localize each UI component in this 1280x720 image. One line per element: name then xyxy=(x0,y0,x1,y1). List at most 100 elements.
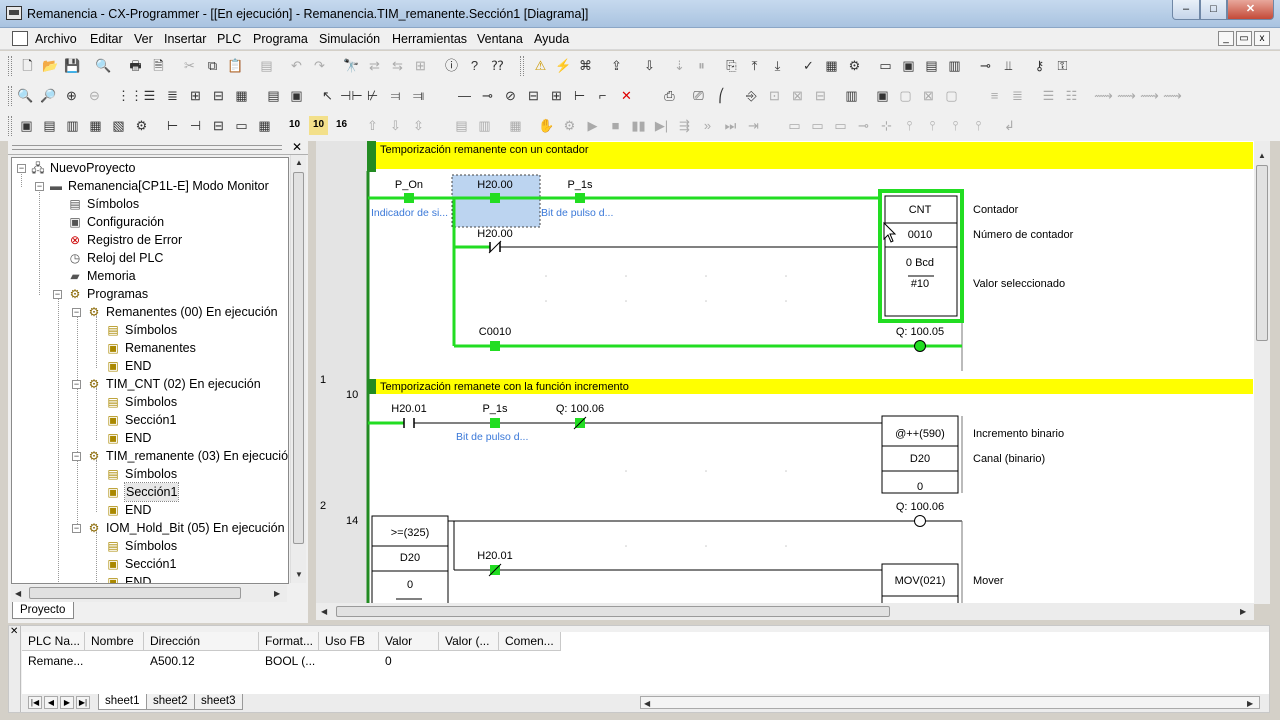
run-icon[interactable]: ⇣ xyxy=(670,56,689,75)
cut-icon[interactable]: ✂ xyxy=(180,56,199,75)
coil-nc-icon[interactable]: ⊘ xyxy=(501,86,520,105)
dword-icon[interactable]: ▭ xyxy=(831,116,850,135)
watch-view-icon[interactable]: ▥ xyxy=(63,116,82,135)
horizontal-line-icon[interactable]: — xyxy=(455,86,474,105)
zoom-in-icon[interactable]: ⊕ xyxy=(62,86,81,105)
scroll-down-icon[interactable]: ▼ xyxy=(295,570,303,579)
mdi-close-button[interactable]: x xyxy=(1254,31,1270,46)
project-window-icon[interactable]: ⊠ xyxy=(919,86,938,105)
simulation-icon[interactable]: ⟿ xyxy=(1094,86,1113,105)
scroll-right-icon[interactable]: ▶ xyxy=(1240,607,1246,616)
simulation-reset-icon[interactable]: ⟿ xyxy=(1163,86,1182,105)
open-folder-icon[interactable]: 📂 xyxy=(41,56,60,75)
align-left-icon[interactable]: ≡ xyxy=(985,86,1004,105)
paste-special-icon[interactable]: ▤ xyxy=(257,56,276,75)
toolbar-grip[interactable] xyxy=(8,86,12,106)
column-header[interactable]: PLC Na... xyxy=(22,632,85,651)
hand-icon[interactable]: ✋ xyxy=(537,116,556,135)
project-view-icon[interactable]: ▣ xyxy=(17,116,36,135)
stop-icon[interactable]: ■ xyxy=(606,116,625,135)
decimal-signed-display-button[interactable]: 10 xyxy=(309,116,328,135)
sheet-tab-2[interactable]: sheet2 xyxy=(146,694,195,710)
zoom-icon[interactable]: 🔍 xyxy=(16,86,35,105)
show-symbols-icon[interactable]: ⊟ xyxy=(209,86,228,105)
scroll-thumb[interactable] xyxy=(293,172,304,544)
tab-proyecto[interactable]: Proyecto xyxy=(12,602,74,619)
info-icon[interactable]: ⓘ xyxy=(442,56,461,75)
sheet-tab-1[interactable]: sheet1 xyxy=(98,694,147,710)
rung-insert-icon[interactable]: ⇳ xyxy=(409,116,428,135)
close-icon[interactable]: ✕ xyxy=(10,626,18,637)
rung-down-icon[interactable]: ⇩ xyxy=(386,116,405,135)
reset-icon[interactable]: ⚿ xyxy=(1053,56,1072,75)
mnemonic-view-icon[interactable]: ⊣ xyxy=(186,116,205,135)
step-over-icon[interactable]: ▥ xyxy=(475,116,494,135)
delete-icon[interactable]: ✕ xyxy=(617,86,636,105)
diagram-vertical-scrollbar[interactable]: ▲ xyxy=(1254,141,1270,604)
scroll-thumb[interactable] xyxy=(29,587,241,599)
output-window-icon[interactable]: ▢ xyxy=(896,86,915,105)
force-off-icon[interactable]: ⫫ xyxy=(999,56,1018,75)
contact-or-nc-icon[interactable]: ⫥ xyxy=(409,86,428,105)
cancel-edit-icon[interactable]: ⎛ xyxy=(712,86,731,105)
column-header[interactable]: Format... xyxy=(259,632,319,651)
sfc-view-icon[interactable]: ▭ xyxy=(232,116,251,135)
menu-ventana[interactable]: Ventana xyxy=(477,32,523,46)
menu-ayuda[interactable]: Ayuda xyxy=(534,32,569,46)
trace-4-icon[interactable]: ⫯ xyxy=(969,116,988,135)
toolbar-grip[interactable] xyxy=(520,56,524,76)
online-icon[interactable]: ⚡ xyxy=(554,56,573,75)
cell-name[interactable] xyxy=(85,652,144,670)
skip-end-icon[interactable]: ⇥ xyxy=(744,116,763,135)
expand-toggle[interactable]: − xyxy=(72,452,81,461)
scroll-left-icon[interactable]: ◀ xyxy=(15,589,21,598)
warning-icon[interactable]: ⚠ xyxy=(531,56,550,75)
cell-comment[interactable] xyxy=(499,652,561,670)
io-view-icon[interactable]: ▧ xyxy=(109,116,128,135)
save-icon[interactable]: 💾 xyxy=(63,56,82,75)
expand-toggle[interactable]: − xyxy=(35,182,44,191)
step-out-icon[interactable]: ▦ xyxy=(506,116,525,135)
print-icon[interactable]: 🖶 xyxy=(126,56,145,75)
panel-close-icon[interactable]: ✕ xyxy=(292,140,302,154)
simulation-stop-icon[interactable]: ⟿ xyxy=(1140,86,1159,105)
contact-nc-icon[interactable]: ⊬ xyxy=(363,86,382,105)
print-preview-icon[interactable]: 🗎 xyxy=(149,56,168,75)
minimize-button[interactable]: – xyxy=(1172,0,1200,20)
jump-icon[interactable]: ⊞ xyxy=(547,86,566,105)
word-icon[interactable]: ▭ xyxy=(808,116,827,135)
outdent-icon[interactable]: ☷ xyxy=(1062,86,1081,105)
column-header[interactable]: Valor xyxy=(379,632,439,651)
memory-icon[interactable]: ▦ xyxy=(822,56,841,75)
menu-editar[interactable]: Editar xyxy=(90,32,123,46)
gear-icon[interactable]: ⚙ xyxy=(560,116,579,135)
address-view-icon[interactable]: ▦ xyxy=(86,116,105,135)
replace-all-icon[interactable]: ⇆ xyxy=(388,56,407,75)
play-icon[interactable]: ▶ xyxy=(583,116,602,135)
document-menu-icon[interactable] xyxy=(12,31,28,46)
help-icon[interactable]: ? xyxy=(465,56,484,75)
coil-icon[interactable]: ⊸ xyxy=(478,86,497,105)
transfer-from-plc-icon[interactable]: ⇩ xyxy=(640,56,659,75)
watch-window-icon[interactable]: ▣ xyxy=(873,86,892,105)
toolbar-grip[interactable] xyxy=(8,116,12,136)
menu-insertar[interactable]: Insertar xyxy=(164,32,206,46)
paste-icon[interactable]: 📋 xyxy=(226,56,245,75)
ladder-view-icon[interactable]: ⊢ xyxy=(163,116,182,135)
indent-icon[interactable]: ☰ xyxy=(1039,86,1058,105)
contact-p-on[interactable] xyxy=(404,193,414,203)
decimal-display-button[interactable]: 10 xyxy=(285,116,304,135)
menu-ver[interactable]: Ver xyxy=(134,32,153,46)
trace-1-icon[interactable]: ⫯ xyxy=(900,116,919,135)
properties-icon[interactable]: ▦ xyxy=(232,86,251,105)
sheet-horizontal-scrollbar[interactable]: ◀ ▶ xyxy=(640,696,1260,709)
contact-h20-00[interactable] xyxy=(490,193,500,203)
context-help-icon[interactable]: ⁇ xyxy=(488,56,507,75)
scroll-left-icon[interactable]: ◀ xyxy=(321,607,327,616)
io-table-icon[interactable]: ⚙ xyxy=(845,56,864,75)
transfer-to-plc-icon[interactable]: ⇪ xyxy=(607,56,626,75)
column-header[interactable]: Uso FB xyxy=(319,632,379,651)
pause-sim-icon[interactable]: ▮▮ xyxy=(629,116,648,135)
output-coil-q100-06[interactable] xyxy=(914,515,926,527)
prev-sheet-icon[interactable]: ◀ xyxy=(44,696,58,709)
